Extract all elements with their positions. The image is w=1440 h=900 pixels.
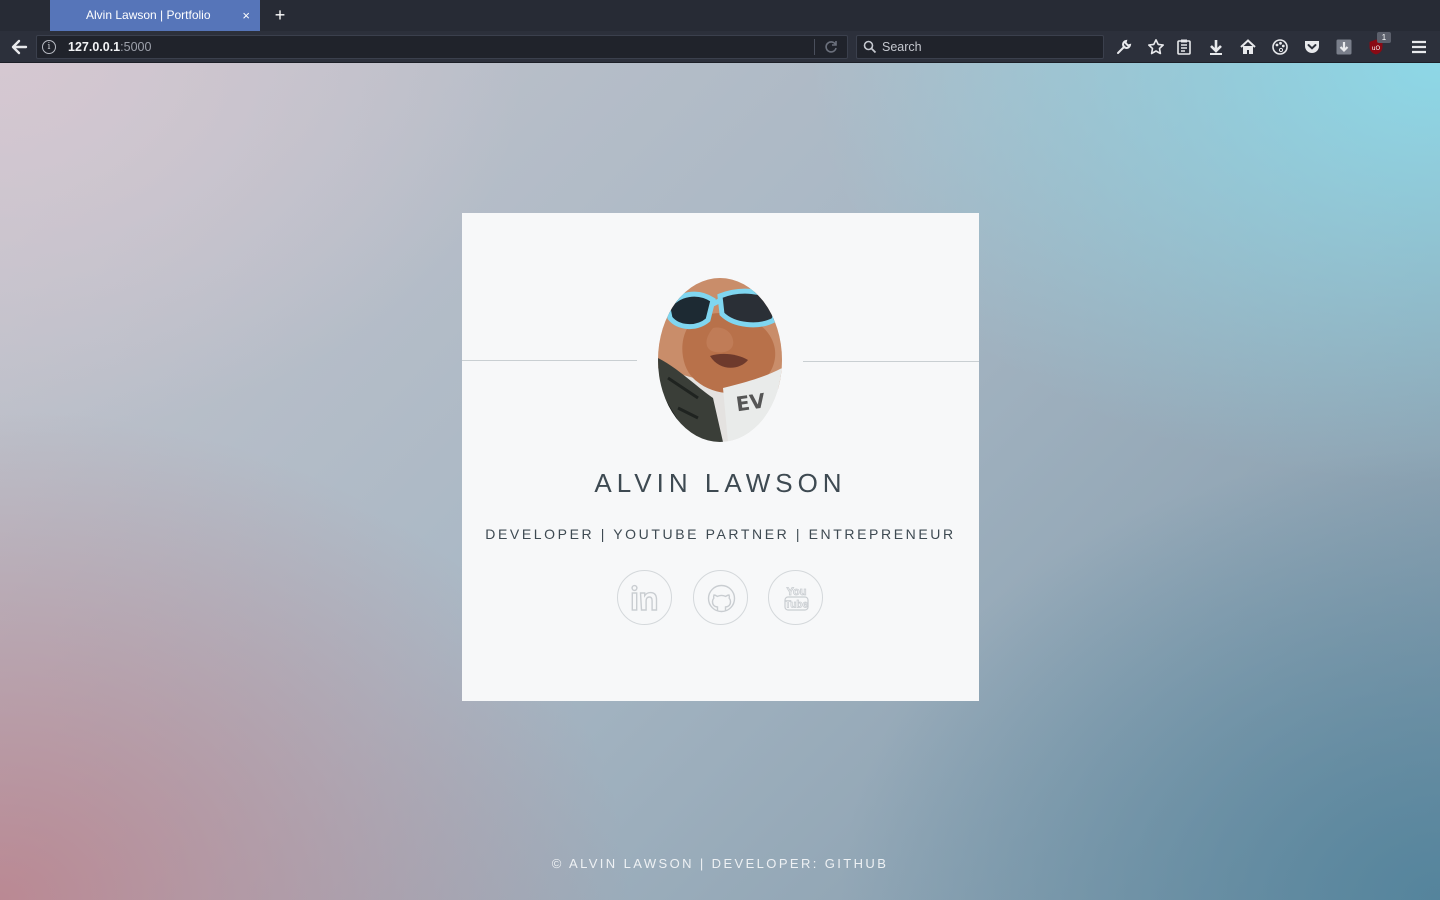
divider-left bbox=[462, 360, 637, 361]
youtube-icon[interactable]: You Tube bbox=[768, 570, 823, 625]
url-host: 127.0.0.1 bbox=[68, 40, 121, 54]
hamburger-menu-icon[interactable] bbox=[1410, 38, 1428, 56]
download-manager-icon[interactable] bbox=[1335, 38, 1353, 56]
close-tab-icon[interactable]: × bbox=[242, 0, 250, 31]
svg-text:Tube: Tube bbox=[785, 600, 809, 611]
github-icon[interactable] bbox=[693, 570, 748, 625]
profile-tagline: DEVELOPER | YOUTUBE PARTNER | ENTREPRENE… bbox=[485, 526, 956, 542]
pocket-icon[interactable] bbox=[1303, 38, 1321, 56]
tab-portfolio[interactable]: Alvin Lawson | Portfolio × bbox=[50, 0, 260, 31]
reload-icon[interactable] bbox=[823, 39, 839, 55]
svg-text:You: You bbox=[787, 586, 807, 598]
search-bar[interactable]: Search bbox=[856, 35, 1104, 59]
back-arrow-icon[interactable] bbox=[8, 36, 30, 58]
url-bar[interactable]: i 127.0.0.1:5000 bbox=[36, 35, 848, 59]
reading-list-icon[interactable] bbox=[1175, 38, 1193, 56]
svg-text:uO: uO bbox=[1372, 45, 1381, 52]
site-info-icon[interactable]: i bbox=[42, 40, 56, 54]
bookmark-star-icon[interactable] bbox=[1147, 38, 1165, 56]
home-icon[interactable] bbox=[1239, 38, 1257, 56]
url-text[interactable]: 127.0.0.1:5000 bbox=[68, 36, 151, 58]
download-icon[interactable] bbox=[1207, 38, 1225, 56]
profile-name: ALVIN LAWSON bbox=[594, 468, 847, 498]
navigation-toolbar: i 127.0.0.1:5000 Search uO 1 bbox=[0, 31, 1440, 63]
profile-card: EV ALVIN LAWSON DEVELOPER | YOUTUBE PART… bbox=[462, 213, 979, 701]
url-divider bbox=[814, 39, 815, 55]
new-tab-button[interactable]: + bbox=[272, 5, 288, 25]
svg-text:EV: EV bbox=[734, 388, 767, 416]
wrench-icon[interactable] bbox=[1115, 38, 1133, 56]
tab-bar: Alvin Lawson | Portfolio × + bbox=[0, 0, 1440, 31]
search-placeholder: Search bbox=[882, 40, 922, 54]
linkedin-icon[interactable] bbox=[617, 570, 672, 625]
url-port: :5000 bbox=[120, 40, 152, 54]
ublock-badge: 1 bbox=[1377, 32, 1391, 43]
page-background: EV ALVIN LAWSON DEVELOPER | YOUTUBE PART… bbox=[0, 63, 1440, 900]
tab-title: Alvin Lawson | Portfolio bbox=[86, 8, 211, 22]
divider-right bbox=[803, 361, 979, 362]
footer-text[interactable]: © ALVIN LAWSON | DEVELOPER: GITHUB bbox=[0, 856, 1440, 871]
avatar: EV bbox=[658, 278, 782, 442]
palette-icon[interactable] bbox=[1271, 38, 1289, 56]
search-icon bbox=[863, 40, 877, 54]
